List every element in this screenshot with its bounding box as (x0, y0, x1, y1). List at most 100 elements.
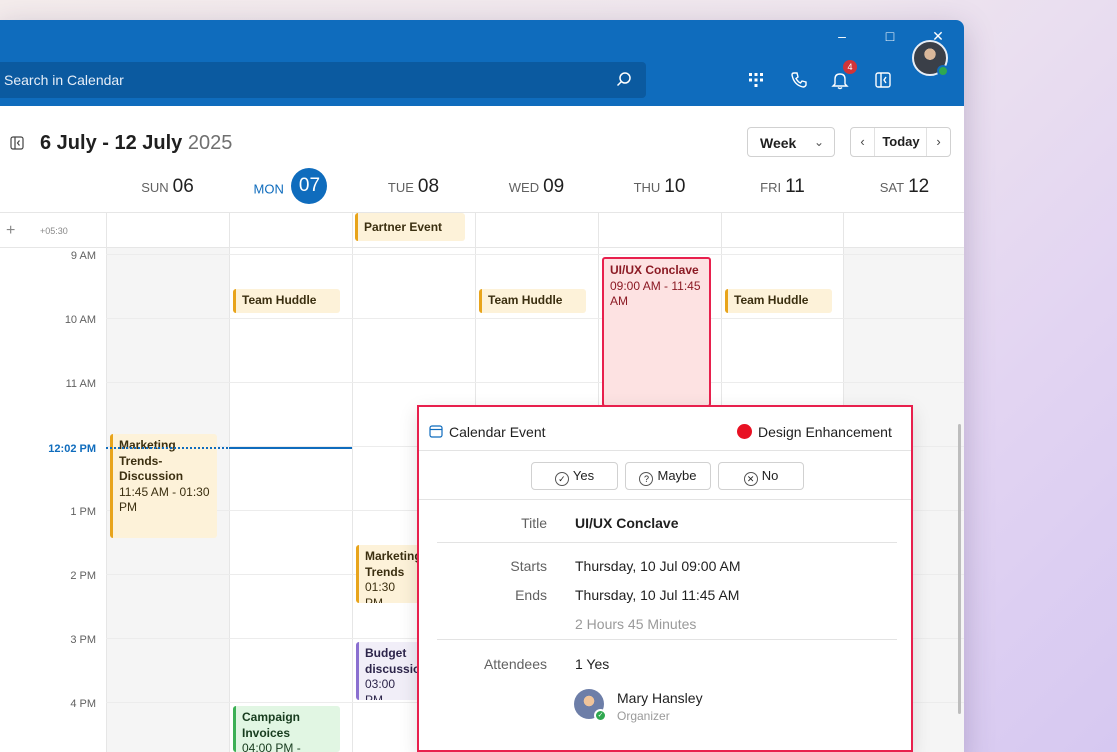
attendee-avatar[interactable]: ✓ (574, 689, 607, 722)
day-num: 08 (417, 176, 440, 197)
event-title: Team Huddle (242, 293, 317, 307)
event-details-popup: Calendar Event Design Enhancement ✓ Yes ?… (417, 405, 913, 752)
search-input[interactable]: Search in Calendar (0, 62, 646, 98)
duration-value: 2 Hours 45 Minutes (575, 616, 697, 632)
attendees-value: 1 Yes (575, 656, 610, 672)
time-label: 9 AM (70, 250, 96, 262)
x-circle-icon: ✕ (743, 472, 758, 486)
day-header-thu[interactable]: THU 10 (598, 176, 721, 198)
event-marketing-trends[interactable]: Marketing Trends-Discussion 11:45 AM - 0… (110, 434, 217, 538)
starts-label: Starts (510, 558, 547, 574)
timezone-label: +05:30 (40, 226, 68, 236)
event-marketing-trends-tue[interactable]: Marketing Trends 01:30 PM (356, 545, 420, 603)
event-time: 03:00 PM (365, 677, 396, 700)
divider (437, 542, 897, 543)
event-time: 01:30 PM (365, 580, 396, 603)
attendee-name: Mary Hansley (617, 690, 703, 706)
divider (437, 639, 897, 640)
day-header-sun[interactable]: SUN 06 (106, 176, 229, 198)
accepted-check-icon: ✓ (594, 709, 607, 722)
event-budget-discussion[interactable]: Budget discussion 03:00 PM (356, 642, 420, 700)
rsvp-label: Maybe (657, 468, 697, 483)
date-range: 6 July - 12 July (40, 132, 183, 154)
event-time: 09:00 AM - 11:45 AM (610, 278, 701, 309)
maximize-icon[interactable]: □ (880, 28, 900, 44)
notification-badge: 4 (843, 60, 857, 74)
day-abbr: FRI (760, 180, 782, 195)
day-num: 11 (785, 176, 805, 197)
category-dot-icon (737, 424, 752, 439)
prev-week-button[interactable]: ‹ (851, 128, 875, 156)
category-label: Design Enhancement (758, 424, 892, 440)
add-icon[interactable]: + (6, 222, 15, 240)
starts-value: Thursday, 10 Jul 09:00 AM (575, 558, 741, 574)
time-label: 3 PM (70, 634, 96, 646)
next-week-button[interactable]: › (926, 128, 950, 156)
pane-toggle-icon[interactable] (872, 69, 894, 91)
page-title: 6 July - 12 July 2025 (40, 132, 232, 155)
question-circle-icon: ? (639, 472, 654, 486)
event-time: 11:45 AM - 01:30 PM (119, 484, 210, 515)
collapse-sidebar-icon[interactable] (10, 136, 24, 150)
check-circle-icon: ✓ (554, 472, 569, 486)
date-nav: ‹ Today › (850, 127, 951, 157)
attendees-label: Attendees (483, 656, 547, 672)
event-uiux-conclave[interactable]: UI/UX Conclave 09:00 AM - 11:45 AM (602, 257, 711, 407)
search-icon[interactable] (614, 70, 634, 90)
event-campaign-invoices[interactable]: Campaign Invoices 04:00 PM - 05:00 (233, 706, 340, 752)
rsvp-row: ✓ Yes ? Maybe ✕ No (419, 451, 911, 500)
event-title: Campaign Invoices (242, 710, 301, 740)
event-type-label: Calendar Event (449, 424, 546, 440)
event-team-huddle-mon[interactable]: Team Huddle (233, 289, 340, 313)
day-num: 12 (908, 176, 930, 197)
day-header-tue[interactable]: TUE 08 (352, 176, 475, 198)
day-header-wed[interactable]: WED 09 (475, 176, 598, 198)
all-day-row[interactable] (0, 212, 964, 248)
event-partner[interactable]: Partner Event (355, 213, 465, 241)
rsvp-label: No (761, 468, 779, 483)
grid-line (352, 212, 353, 752)
view-select[interactable]: Week ⌄ (747, 127, 835, 157)
user-avatar[interactable] (912, 40, 949, 77)
grid-line (229, 212, 230, 752)
popup-header: Calendar Event Design Enhancement (419, 407, 911, 451)
rsvp-maybe-button[interactable]: ? Maybe (625, 462, 711, 490)
day-num: 10 (664, 176, 686, 197)
event-title: Team Huddle (734, 293, 809, 307)
time-label: 10 AM (64, 314, 96, 326)
day-header-sat[interactable]: SAT 12 (843, 176, 966, 198)
current-time-label: 12:02 PM (48, 443, 96, 455)
event-title: UI/UX Conclave (610, 263, 699, 277)
search-placeholder: Search in Calendar (4, 72, 124, 88)
day-abbr: SAT (879, 180, 905, 195)
rsvp-label: Yes (572, 468, 595, 483)
rsvp-no-button[interactable]: ✕ No (718, 462, 804, 490)
date-year: 2025 (187, 132, 233, 154)
rsvp-yes-button[interactable]: ✓ Yes (531, 462, 618, 490)
phone-icon[interactable] (788, 69, 810, 91)
today-indicator: 07 (291, 168, 328, 204)
day-abbr: THU (633, 180, 661, 195)
day-header-mon[interactable]: MON 07 (229, 168, 352, 204)
grid-line (106, 212, 107, 752)
event-team-huddle-fri[interactable]: Team Huddle (725, 289, 832, 313)
chevron-down-icon: ⌄ (813, 135, 824, 149)
event-title: Partner Event (364, 220, 443, 234)
event-title: Team Huddle (488, 293, 563, 307)
time-label: 2 PM (70, 570, 96, 582)
event-title: Marketing Trends (365, 549, 420, 579)
day-num: 06 (172, 176, 194, 197)
day-header-fri[interactable]: FRI 11 (721, 176, 844, 198)
time-label: 4 PM (70, 698, 96, 710)
today-button[interactable]: Today (875, 128, 927, 156)
time-label: 11 AM (65, 378, 96, 390)
minimize-icon[interactable]: – (832, 28, 852, 44)
ends-value: Thursday, 10 Jul 11:45 AM (575, 587, 740, 603)
event-title: Budget discussion (365, 646, 420, 676)
day-num: 09 (543, 176, 565, 197)
event-team-huddle-wed[interactable]: Team Huddle (479, 289, 586, 313)
apps-grid-icon[interactable] (745, 69, 767, 91)
vertical-scrollbar[interactable] (958, 424, 961, 714)
calendar-icon (429, 425, 443, 438)
view-select-value: Week (760, 135, 797, 151)
